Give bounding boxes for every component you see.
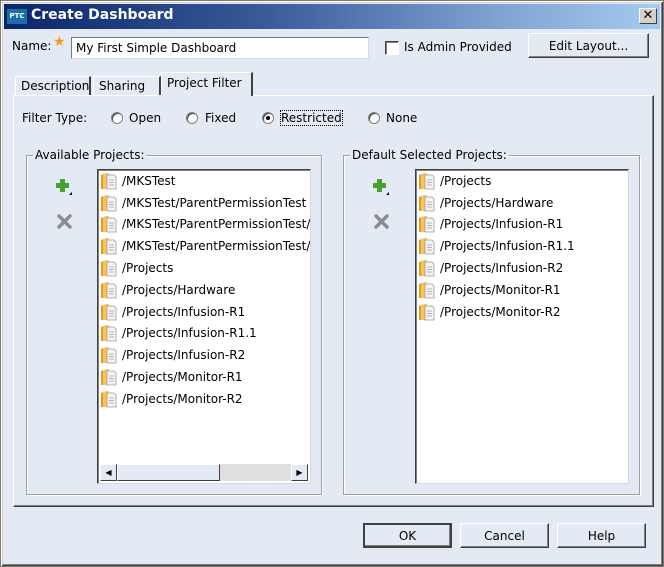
project-list-item[interactable]: /Projects xyxy=(416,170,628,192)
cancel-button[interactable]: Cancel xyxy=(460,523,549,548)
project-list-item[interactable]: /Projects/Infusion-R1 xyxy=(98,301,310,323)
name-label: Name: xyxy=(12,39,52,53)
ptc-logo-icon: PTC xyxy=(7,9,27,24)
project-folder-icon xyxy=(101,369,117,386)
project-list-item[interactable]: /Projects/Monitor-R2 xyxy=(98,388,310,410)
project-folder-icon xyxy=(101,303,117,321)
project-list-item[interactable]: /MKSTest/ParentPermissionTest xyxy=(98,192,310,214)
remove-project-icon[interactable] xyxy=(56,213,74,231)
title-bar[interactable]: PTC Create Dashboard ✕ xyxy=(4,4,660,29)
project-folder-icon xyxy=(419,216,435,233)
tab-description[interactable]: Description xyxy=(15,76,91,96)
project-folder-icon xyxy=(101,325,117,342)
create-dashboard-dialog: PTC Create Dashboard ✕ Name: ★ Is Admin … xyxy=(0,0,664,567)
help-button[interactable]: Help xyxy=(557,523,646,548)
project-path-label: /Projects/Monitor-R1 xyxy=(122,370,243,385)
is-admin-provided-checkbox[interactable] xyxy=(385,41,399,55)
project-list-item[interactable]: /Projects/Infusion-R2 xyxy=(98,344,310,366)
project-path-label: /Projects/Hardware xyxy=(440,195,554,210)
available-projects-legend: Available Projects: xyxy=(33,148,147,162)
project-folder-icon xyxy=(419,260,435,277)
project-list-item[interactable]: /MKSTest/ParentPermissionTest/ xyxy=(98,214,310,236)
project-path-label: /MKSTest/ParentPermissionTest/ xyxy=(122,239,311,254)
name-input[interactable] xyxy=(71,37,369,59)
default-selected-projects-list[interactable]: /Projects/Projects/Hardware/Projects/Inf… xyxy=(415,169,629,484)
project-list-item[interactable]: /Projects/Infusion-R1 xyxy=(416,214,628,236)
horizontal-scrollbar[interactable]: ◀ ▶ xyxy=(100,464,308,481)
project-path-label: /Projects/Infusion-R1 xyxy=(440,217,564,232)
project-path-label: /Projects/Monitor-R2 xyxy=(122,391,243,406)
remove-default-project-icon[interactable] xyxy=(373,213,391,231)
project-list-item[interactable]: /MKSTest/ParentPermissionTest/ xyxy=(98,235,310,257)
tab-sharing[interactable]: Sharing xyxy=(93,76,161,96)
project-path-label: /Projects/Infusion-R1.1 xyxy=(440,239,575,254)
project-path-label: /Projects/Hardware xyxy=(122,282,236,297)
available-projects-list[interactable]: /MKSTest/MKSTest/ParentPermissionTest/MK… xyxy=(97,169,311,484)
project-path-label: /Projects/Monitor-R1 xyxy=(440,282,561,297)
project-list-item[interactable]: /Projects/Infusion-R1.1 xyxy=(98,323,310,345)
project-list-item[interactable]: /Projects/Hardware xyxy=(98,279,310,301)
project-path-label: /Projects/Infusion-R2 xyxy=(122,348,246,363)
project-folder-icon xyxy=(101,347,117,364)
project-path-label: /MKSTest xyxy=(122,173,176,188)
radio-restricted[interactable] xyxy=(262,112,274,124)
default-selected-projects-legend: Default Selected Projects: xyxy=(350,148,509,162)
required-star-icon: ★ xyxy=(53,34,66,50)
project-folder-icon xyxy=(101,216,117,233)
scroll-left-button[interactable]: ◀ xyxy=(100,464,117,481)
project-folder-icon xyxy=(101,172,117,190)
radio-none[interactable] xyxy=(368,112,380,124)
close-button[interactable]: ✕ xyxy=(639,8,657,24)
project-folder-icon xyxy=(101,260,117,277)
available-projects-group: Available Projects: /MKSTest/MKSTest/Par… xyxy=(26,148,322,495)
default-selected-projects-group: Default Selected Projects: /Projects/Pro… xyxy=(343,148,640,495)
radio-open[interactable] xyxy=(111,112,123,124)
project-list-item[interactable]: /MKSTest xyxy=(98,170,310,192)
project-folder-icon xyxy=(419,303,435,321)
project-folder-icon xyxy=(419,194,435,212)
radio-fixed-label[interactable]: Fixed xyxy=(205,111,236,125)
project-folder-icon xyxy=(101,281,117,299)
project-list-item[interactable]: /Projects/Infusion-R2 xyxy=(416,257,628,279)
project-path-label: /MKSTest/ParentPermissionTest/ xyxy=(122,217,311,232)
project-list-item[interactable]: /Projects/Hardware xyxy=(416,192,628,214)
project-path-label: /Projects xyxy=(122,261,174,276)
radio-open-label[interactable]: Open xyxy=(129,111,161,125)
project-list-item[interactable]: /Projects/Monitor-R1 xyxy=(98,366,310,388)
project-folder-icon xyxy=(101,238,117,255)
dialog-title: Create Dashboard xyxy=(31,7,174,23)
add-project-icon[interactable] xyxy=(55,178,73,196)
project-path-label: /Projects/Infusion-R1 xyxy=(122,304,246,319)
ok-button[interactable]: OK xyxy=(363,523,452,548)
project-path-label: /Projects/Monitor-R2 xyxy=(440,304,561,319)
radio-restricted-label[interactable]: Restricted xyxy=(280,110,343,126)
project-folder-icon xyxy=(419,172,435,190)
project-path-label: /Projects/Infusion-R2 xyxy=(440,261,564,276)
project-filter-panel: Filter Type: Open Fixed Restricted None … xyxy=(13,95,654,507)
project-list-item[interactable]: /Projects/Monitor-R2 xyxy=(416,301,628,323)
radio-fixed[interactable] xyxy=(186,112,198,124)
filter-type-label: Filter Type: xyxy=(22,111,88,125)
project-folder-icon xyxy=(419,238,435,255)
project-path-label: /Projects/Infusion-R1.1 xyxy=(122,326,257,341)
tab-project-filter[interactable]: Project Filter xyxy=(161,72,253,96)
project-list-item[interactable]: /Projects/Monitor-R1 xyxy=(416,279,628,301)
project-folder-icon xyxy=(101,390,117,408)
project-folder-icon xyxy=(419,281,435,299)
is-admin-provided-label[interactable]: Is Admin Provided xyxy=(404,40,512,54)
scroll-right-button[interactable]: ▶ xyxy=(291,464,308,481)
radio-none-label[interactable]: None xyxy=(386,111,417,125)
project-path-label: /Projects xyxy=(440,173,492,188)
project-folder-icon xyxy=(101,194,117,212)
project-list-item[interactable]: /Projects/Infusion-R1.1 xyxy=(416,235,628,257)
project-list-item[interactable]: /Projects xyxy=(98,257,310,279)
scroll-thumb[interactable] xyxy=(117,464,220,481)
project-path-label: /MKSTest/ParentPermissionTest xyxy=(122,195,307,210)
edit-layout-button[interactable]: Edit Layout... xyxy=(528,33,649,58)
add-default-project-icon[interactable] xyxy=(372,178,390,196)
